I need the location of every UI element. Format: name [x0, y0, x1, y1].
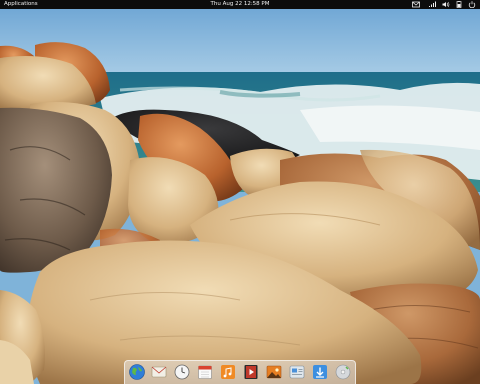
top-panel: Applications Thu Aug 22 12:58 PM [0, 0, 480, 9]
photos-icon[interactable] [265, 363, 283, 381]
system-settings-icon[interactable] [288, 363, 306, 381]
web-browser-icon[interactable] [128, 363, 146, 381]
mail-client-icon[interactable] [150, 363, 168, 381]
desktop-wallpaper [0, 0, 480, 384]
applications-menu[interactable]: Applications [4, 0, 38, 9]
battery-icon[interactable] [455, 1, 463, 8]
clock-app-icon[interactable] [173, 363, 191, 381]
power-icon[interactable] [468, 1, 476, 8]
panel-clock[interactable]: Thu Aug 22 12:58 PM [211, 1, 270, 7]
video-player-icon[interactable] [242, 363, 260, 381]
calendar-icon[interactable] [196, 363, 214, 381]
dock [124, 360, 356, 384]
network-icon[interactable] [428, 1, 436, 8]
software-center-icon[interactable] [311, 363, 329, 381]
music-player-icon[interactable] [219, 363, 237, 381]
mail-icon[interactable] [412, 1, 420, 8]
disk-utility-icon[interactable] [334, 363, 352, 381]
volume-icon[interactable] [442, 1, 450, 8]
